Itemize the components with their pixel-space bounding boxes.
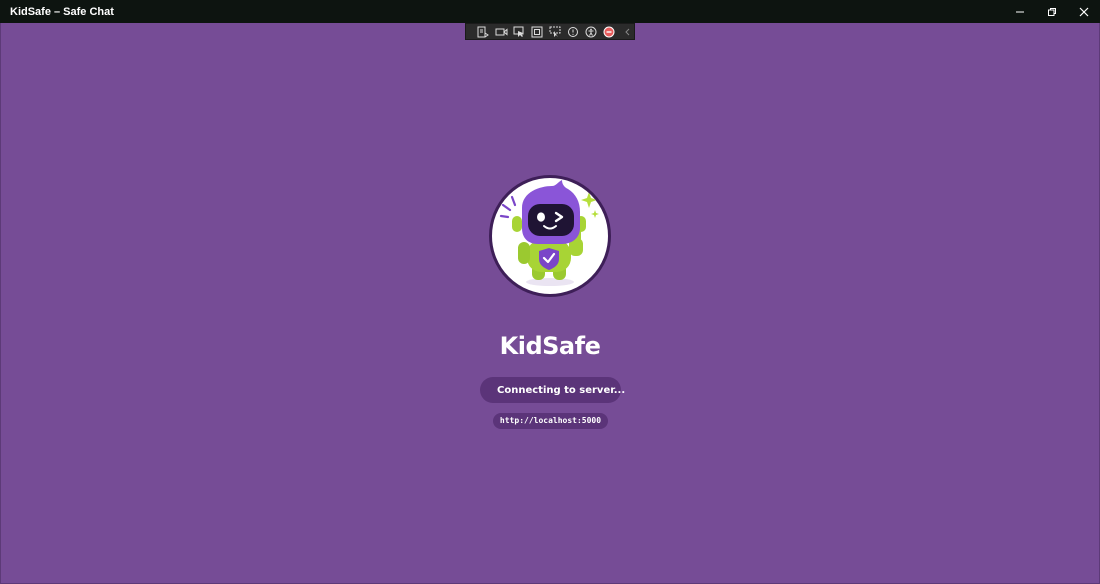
record-button[interactable] [494, 25, 508, 39]
window-title: KidSafe – Safe Chat [10, 5, 114, 18]
record-icon [495, 27, 507, 36]
select-element-button[interactable] [512, 25, 526, 39]
display-adorners-button[interactable] [530, 25, 544, 39]
connection-status: Connecting to server... [480, 377, 625, 403]
window-titlebar: KidSafe – Safe Chat [0, 0, 1100, 23]
live-visual-tree-icon [477, 26, 489, 37]
collapse-chevron-icon [625, 28, 630, 35]
status-text: Connecting to server... [497, 384, 626, 396]
collapse-toolbar-button[interactable] [620, 25, 634, 39]
accessibility-icon [585, 26, 597, 37]
server-url: http://localhost:5000 [493, 413, 608, 429]
live-visual-tree-button[interactable] [476, 25, 490, 39]
restore-button[interactable] [1036, 0, 1068, 23]
minimize-icon [1016, 11, 1024, 12]
binding-failures-icon [568, 26, 578, 37]
robot-mascot-icon [499, 180, 599, 286]
accessibility-button[interactable] [584, 25, 598, 39]
hot-reload-button[interactable] [602, 25, 616, 39]
xaml-dev-toolbar [465, 23, 635, 40]
track-focus-button[interactable] [548, 25, 562, 39]
app-name: KidSafe [499, 332, 601, 360]
close-icon [1079, 7, 1089, 16]
restore-icon [1048, 7, 1056, 16]
close-button[interactable] [1068, 0, 1100, 23]
select-element-icon [513, 26, 524, 37]
track-focus-icon [549, 26, 561, 37]
mascot-avatar [489, 175, 611, 297]
display-layout-adorners-icon [531, 26, 543, 37]
main-content [0, 23, 1100, 584]
minimize-button[interactable] [1004, 0, 1036, 23]
hot-reload-status-icon [603, 26, 615, 37]
binding-failures-button[interactable] [566, 25, 580, 39]
